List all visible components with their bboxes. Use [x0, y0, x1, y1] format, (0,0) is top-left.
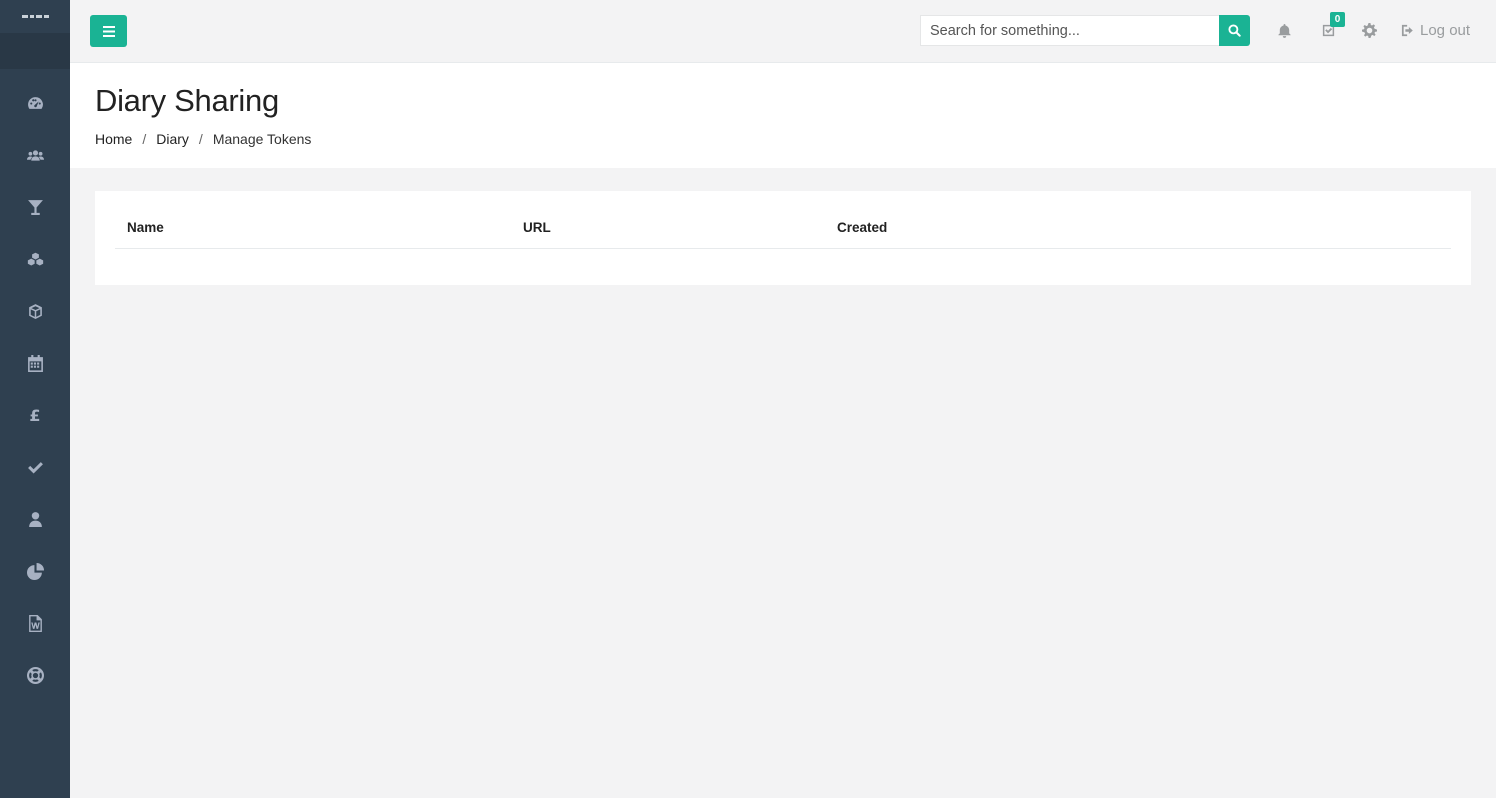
gear-icon [1362, 23, 1377, 38]
sidebar-profile-band [0, 33, 70, 69]
logo[interactable] [0, 0, 70, 33]
bell-icon [1278, 23, 1291, 38]
calendar-icon [27, 354, 43, 372]
sidebar-item-reports[interactable] [0, 545, 70, 597]
tachometer-icon [27, 96, 43, 109]
pie-chart-icon [26, 562, 44, 580]
user-icon [28, 511, 42, 527]
page-heading: Diary Sharing Home / Diary / Manage Toke… [70, 63, 1496, 168]
topbar: 0 Log out [70, 0, 1496, 63]
cocktail-glass-icon [27, 199, 43, 215]
check-icon [27, 461, 43, 474]
hamburger-icon [102, 25, 115, 37]
search-input[interactable] [920, 15, 1219, 46]
search-icon [1228, 24, 1241, 37]
word-file-icon [28, 614, 42, 632]
tasks-button[interactable]: 0 [1321, 12, 1345, 38]
sidebar-item-support[interactable] [0, 649, 70, 701]
search-form [920, 15, 1251, 46]
sidebar-item-documents[interactable] [0, 597, 70, 649]
sidebar-item-dashboard[interactable] [0, 77, 70, 129]
sidebar: £ [0, 0, 70, 798]
sidebar-item-tasks[interactable] [0, 441, 70, 493]
breadcrumb: Home / Diary / Manage Tokens [95, 131, 311, 147]
breadcrumb-separator: / [198, 131, 203, 147]
sidebar-item-finance[interactable]: £ [0, 389, 70, 441]
tasks-count-badge: 0 [1330, 12, 1345, 27]
sidebar-item-clients[interactable] [0, 129, 70, 181]
sidebar-item-bar[interactable] [0, 181, 70, 233]
sidebar-item-products[interactable] [0, 233, 70, 285]
cubes-icon [27, 252, 43, 265]
sidebar-toggle-button[interactable] [90, 15, 127, 47]
tokens-table: Name URL Created [115, 214, 1451, 249]
sign-out-icon [1401, 24, 1413, 37]
sidebar-item-staff[interactable] [0, 493, 70, 545]
settings-button[interactable] [1362, 23, 1377, 38]
users-icon [26, 149, 44, 161]
column-header-created[interactable]: Created [837, 220, 887, 235]
notifications-button[interactable] [1277, 23, 1292, 38]
logo-mark [21, 15, 49, 18]
breadcrumb-current: Manage Tokens [212, 131, 312, 147]
page-title: Diary Sharing [95, 83, 279, 118]
column-header-name[interactable]: Name [127, 220, 164, 235]
sidebar-item-inventory[interactable] [0, 285, 70, 337]
breadcrumb-home[interactable]: Home [95, 131, 132, 147]
life-ring-icon [26, 666, 44, 684]
search-button[interactable] [1219, 15, 1250, 46]
cube-icon [28, 303, 42, 319]
column-header-url[interactable]: URL [523, 220, 551, 235]
logout-label: Log out [1420, 22, 1471, 39]
logout-link[interactable]: Log out [1401, 22, 1470, 39]
pound-icon: £ [29, 405, 41, 425]
breadcrumb-diary[interactable]: Diary [156, 131, 189, 147]
tokens-card: Name URL Created [95, 191, 1471, 285]
breadcrumb-separator: / [142, 131, 147, 147]
sidebar-nav: £ [0, 69, 70, 701]
sidebar-item-diary[interactable] [0, 337, 70, 389]
